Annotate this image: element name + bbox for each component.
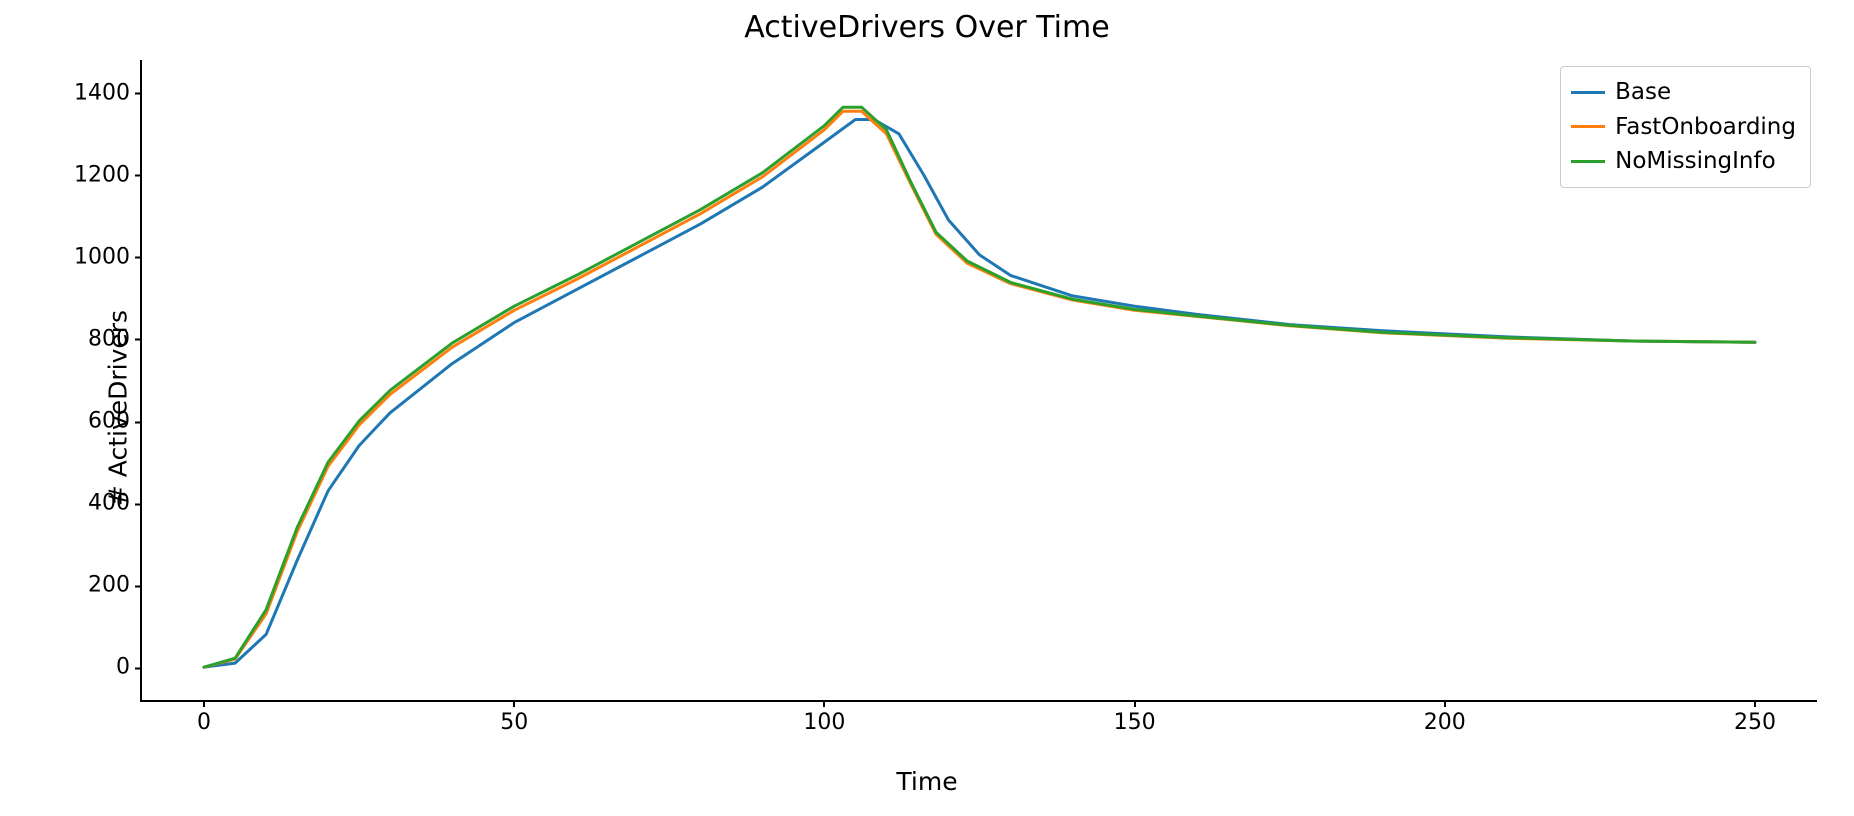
- y-tick: 400: [88, 491, 142, 516]
- x-tick: 150: [1114, 700, 1156, 735]
- chart-title: ActiveDrivers Over Time: [0, 10, 1854, 45]
- x-tick: 200: [1424, 700, 1466, 735]
- legend: BaseFastOnboardingNoMissingInfo: [1560, 66, 1811, 188]
- legend-label: Base: [1615, 75, 1671, 110]
- series-line: [204, 111, 1755, 667]
- y-tick: 1000: [74, 244, 142, 269]
- legend-label: FastOnboarding: [1615, 110, 1796, 145]
- legend-label: NoMissingInfo: [1615, 144, 1776, 179]
- legend-item: FastOnboarding: [1571, 110, 1796, 145]
- y-tick: 1200: [74, 162, 142, 187]
- x-tick: 50: [500, 700, 528, 735]
- y-tick: 0: [116, 655, 142, 680]
- legend-swatch: [1571, 160, 1605, 163]
- x-tick: 250: [1734, 700, 1776, 735]
- plot-area: BaseFastOnboardingNoMissingInfo 02004006…: [140, 60, 1817, 702]
- legend-item: Base: [1571, 75, 1796, 110]
- legend-swatch: [1571, 125, 1605, 128]
- series-line: [204, 120, 1755, 668]
- y-tick: 200: [88, 573, 142, 598]
- x-tick: 0: [197, 700, 211, 735]
- series-line: [204, 107, 1755, 667]
- chart-container: ActiveDrivers Over Time # ActiveDrivers …: [0, 0, 1854, 816]
- x-axis-label: Time: [0, 767, 1854, 796]
- legend-swatch: [1571, 91, 1605, 94]
- y-tick: 1400: [74, 80, 142, 105]
- x-tick: 100: [803, 700, 845, 735]
- legend-item: NoMissingInfo: [1571, 144, 1796, 179]
- y-tick: 600: [88, 409, 142, 434]
- y-tick: 800: [88, 326, 142, 351]
